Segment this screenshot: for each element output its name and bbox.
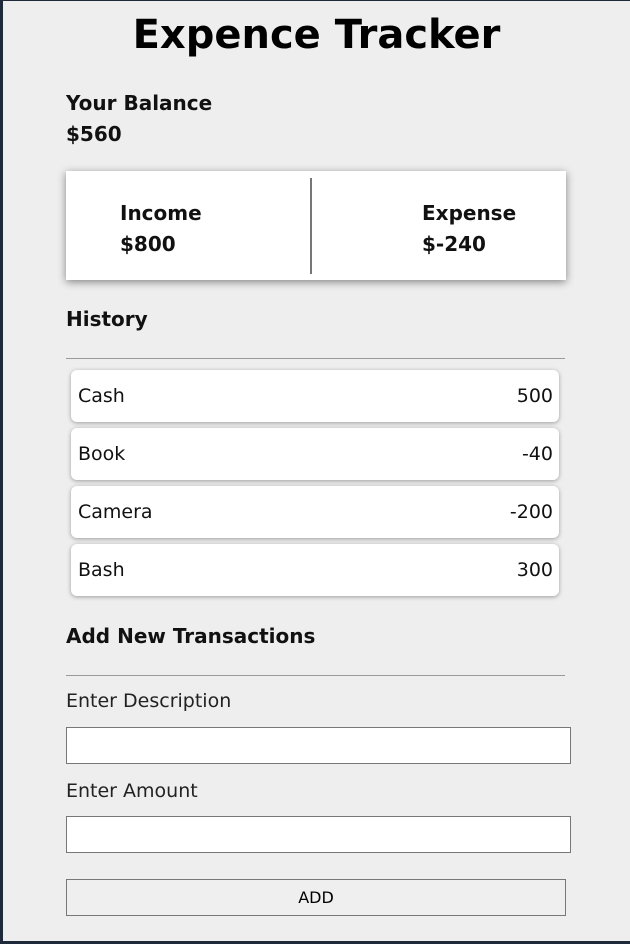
add-transaction-heading: Add New Transactions	[66, 624, 316, 648]
amount-label: Enter Amount	[66, 780, 198, 802]
expense-tracker-page: Expence Tracker Your Balance $560 Income…	[3, 1, 630, 941]
description-label: Enter Description	[66, 690, 232, 712]
add-button[interactable]: ADD	[66, 879, 566, 916]
balance-value: $560	[66, 122, 122, 146]
history-item: Book -40	[71, 428, 559, 480]
history-item-description: Camera	[78, 501, 153, 523]
history-divider	[66, 358, 565, 359]
history-item: Camera -200	[71, 486, 559, 538]
income-label: Income	[120, 201, 202, 225]
history-item-description: Cash	[78, 385, 125, 407]
history-item-amount: 500	[516, 385, 553, 407]
history-item: Bash 300	[71, 544, 559, 596]
history-list: Cash 500 Book -40 Camera -200 Bash 300	[71, 370, 559, 602]
description-input[interactable]	[66, 727, 571, 764]
expense-label: Expense	[422, 201, 517, 225]
history-heading: History	[66, 307, 148, 331]
card-divider	[310, 178, 312, 274]
history-item-description: Book	[78, 443, 126, 465]
add-transaction-divider	[66, 675, 565, 676]
history-item: Cash 500	[71, 370, 559, 422]
history-item-amount: 300	[516, 559, 553, 581]
income-value: $800	[120, 232, 176, 256]
history-item-description: Bash	[78, 559, 125, 581]
amount-input[interactable]	[66, 816, 571, 853]
page-title: Expence Tracker	[132, 12, 501, 58]
expense-value: $-240	[422, 232, 486, 256]
history-item-amount: -200	[509, 501, 553, 523]
income-expense-card: Income $800 Expense $-240	[66, 171, 566, 280]
balance-label: Your Balance	[66, 91, 213, 115]
history-item-amount: -40	[521, 443, 553, 465]
